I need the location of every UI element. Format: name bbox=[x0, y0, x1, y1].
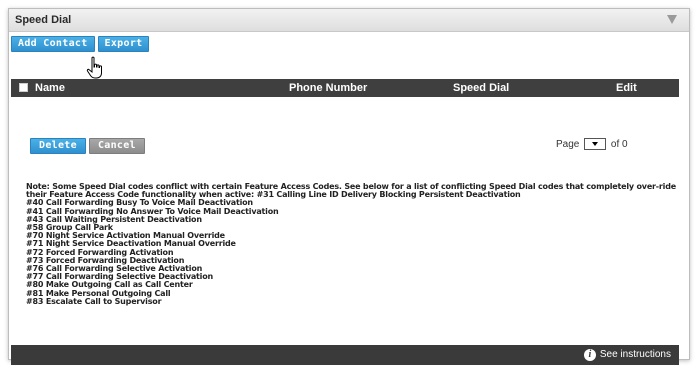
see-instructions-link[interactable]: i See instructions bbox=[583, 349, 671, 361]
cancel-button[interactable]: Cancel bbox=[88, 138, 145, 154]
page-label: Page bbox=[556, 139, 580, 150]
top-toolbar: Add Contact Export bbox=[11, 36, 152, 54]
panel-header: Speed Dial bbox=[9, 9, 689, 32]
pagination: Page of 0 bbox=[556, 138, 628, 152]
column-speed-dial[interactable]: Speed Dial bbox=[453, 82, 509, 94]
page-count: of 0 bbox=[610, 139, 628, 150]
export-button[interactable]: Export bbox=[97, 36, 150, 52]
info-icon: i bbox=[583, 349, 596, 361]
column-name[interactable]: Name bbox=[35, 82, 65, 94]
page-select[interactable] bbox=[584, 138, 607, 151]
delete-button[interactable]: Delete bbox=[30, 138, 86, 154]
panel-title: Speed Dial bbox=[15, 14, 72, 26]
see-instructions-label: See instructions bbox=[599, 349, 671, 360]
conflict-code: #83 Escalate Call to Supervisor bbox=[26, 296, 162, 306]
select-all-checkbox[interactable] bbox=[19, 83, 28, 92]
column-phone-number[interactable]: Phone Number bbox=[289, 82, 367, 94]
add-contact-button[interactable]: Add Contact bbox=[11, 36, 95, 52]
dropdown-arrow-icon bbox=[592, 142, 599, 147]
action-buttons: Delete Cancel bbox=[30, 138, 148, 156]
hand-cursor-icon bbox=[86, 56, 102, 79]
panel-footer: i See instructions bbox=[11, 345, 679, 365]
conflict-code: #43 Call Waiting Persistent Deactivation bbox=[26, 214, 202, 224]
speed-dial-notes: Note: Some Speed Dial codes conflict wit… bbox=[26, 182, 676, 306]
table-header: Name Phone Number Speed Dial Edit bbox=[11, 79, 679, 97]
chevron-down-icon[interactable] bbox=[667, 15, 677, 24]
column-edit: Edit bbox=[616, 82, 637, 94]
